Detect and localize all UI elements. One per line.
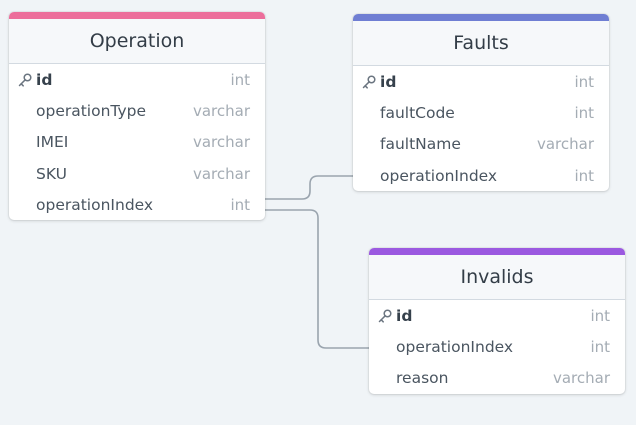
- table-operation[interactable]: Operation id int operationType varchar I…: [9, 12, 265, 221]
- field-name: id: [36, 70, 53, 89]
- field-type: int: [590, 337, 610, 356]
- field-row-id[interactable]: id int: [9, 64, 265, 95]
- field-row-operationindex[interactable]: operationIndex int: [353, 160, 609, 191]
- key-icon: [378, 309, 392, 323]
- field-type: varchar: [552, 369, 610, 388]
- field-row-reason[interactable]: reason varchar: [369, 363, 625, 394]
- table-invalids[interactable]: Invalids id int operationIndex int reaso…: [369, 248, 625, 394]
- field-type: int: [230, 70, 250, 89]
- field-name: faultName: [380, 135, 461, 154]
- relation-operation-faults[interactable]: [265, 175, 354, 200]
- field-row-operationtype[interactable]: operationType varchar: [9, 95, 265, 126]
- field-type: int: [574, 103, 594, 122]
- field-name: reason: [396, 369, 449, 388]
- field-row-operationindex[interactable]: operationIndex int: [369, 331, 625, 362]
- field-row-id[interactable]: id int: [369, 300, 625, 331]
- table-header[interactable]: Invalids: [369, 255, 625, 300]
- table-title: Faults: [453, 32, 509, 54]
- key-icon: [362, 75, 376, 89]
- table-accent-bar: [369, 248, 625, 255]
- table-accent-bar: [9, 12, 265, 19]
- field-name: operationIndex: [396, 337, 514, 356]
- field-type: int: [574, 166, 594, 185]
- field-name: id: [380, 72, 397, 91]
- field-row-faultname[interactable]: faultName varchar: [353, 129, 609, 160]
- field-type: varchar: [192, 133, 250, 152]
- field-row-operationindex[interactable]: operationIndex int: [9, 189, 265, 220]
- field-type: int: [230, 195, 250, 214]
- field-name: operationType: [36, 101, 147, 120]
- table-title: Invalids: [460, 266, 534, 288]
- table-accent-bar: [353, 14, 609, 21]
- field-name: faultCode: [380, 103, 455, 122]
- field-type: int: [590, 306, 610, 325]
- field-name: SKU: [36, 164, 67, 183]
- field-row-sku[interactable]: SKU varchar: [9, 158, 265, 189]
- field-type: varchar: [192, 101, 250, 120]
- table-header[interactable]: Faults: [353, 21, 609, 66]
- field-type: varchar: [192, 164, 250, 183]
- field-row-imei[interactable]: IMEI varchar: [9, 127, 265, 158]
- field-name: operationIndex: [36, 195, 154, 214]
- field-type: varchar: [536, 135, 594, 154]
- field-type: int: [574, 72, 594, 91]
- diagram-canvas: Operation id int operationType varchar I…: [0, 0, 636, 425]
- field-name: operationIndex: [380, 166, 498, 185]
- key-icon: [18, 73, 32, 87]
- field-name: IMEI: [36, 133, 69, 152]
- table-faults[interactable]: Faults id int faultCode int faultName va…: [353, 14, 609, 192]
- relation-operation-invalids[interactable]: [265, 209, 370, 349]
- field-name: id: [396, 306, 413, 325]
- table-header[interactable]: Operation: [9, 19, 265, 64]
- table-title: Operation: [89, 30, 185, 52]
- field-row-faultcode[interactable]: faultCode int: [353, 97, 609, 128]
- field-row-id[interactable]: id int: [353, 66, 609, 97]
